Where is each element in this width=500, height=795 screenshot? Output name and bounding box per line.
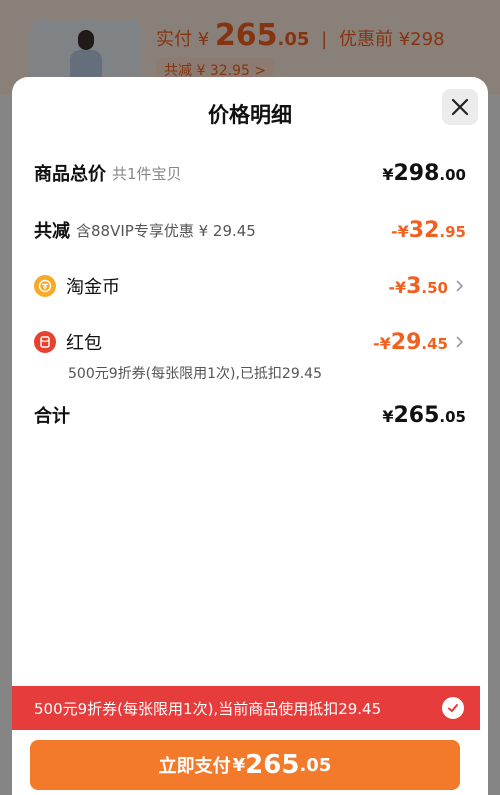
- row-redpacket[interactable]: 红包 -¥ 29.45: [34, 324, 466, 360]
- taojinbi-value: -¥ 3.50: [388, 274, 466, 299]
- sum-value: ¥265.05: [382, 403, 466, 428]
- goods-total-dec: .00: [439, 165, 466, 184]
- redpacket-currency: -¥: [373, 333, 391, 353]
- goods-total-int: 298: [393, 160, 440, 186]
- pay-dec: .05: [299, 754, 332, 776]
- row-goods-total: 商品总价 共1件宝贝 ¥298.00: [34, 155, 466, 191]
- coupon-banner[interactable]: 500元9折券(每张限用1次),当前商品使用抵扣29.45: [12, 686, 480, 730]
- pay-button-label: 立即支付: [158, 756, 231, 777]
- chevron-right-icon: [454, 335, 466, 349]
- row-total-reduction: 共减 含88VIP专享优惠 ¥ 29.45 -¥ 32.95: [34, 212, 466, 248]
- redpacket-int: 29: [390, 329, 422, 355]
- coupon-banner-text: 500元9折券(每张限用1次),当前商品使用抵扣29.45: [34, 699, 382, 718]
- goods-total-label: 商品总价: [34, 164, 106, 185]
- redpacket-label: 红包: [66, 333, 102, 354]
- sum-label: 合计: [34, 406, 70, 427]
- chevron-right-icon: [454, 279, 466, 293]
- reduction-label: 共减: [34, 221, 70, 242]
- reduction-currency: -¥: [391, 221, 409, 241]
- redpacket-dec: .45: [421, 334, 448, 353]
- taojinbi-label: 淘金币: [66, 277, 120, 298]
- sum-dec: .05: [439, 407, 466, 426]
- reduction-value: -¥ 32.95: [391, 218, 466, 243]
- sum-int: 265: [393, 402, 440, 428]
- pay-int: 265: [245, 750, 300, 780]
- red-packet-icon: [34, 331, 56, 353]
- row-sum: 合计 ¥265.05: [34, 397, 466, 433]
- redpacket-note: 500元9折券(每张限用1次),已抵扣29.45: [68, 366, 322, 382]
- goods-total-value: ¥298.00: [382, 161, 466, 186]
- reduction-dec: .95: [439, 222, 466, 241]
- gold-coin-icon: [34, 275, 56, 297]
- close-button[interactable]: [442, 89, 478, 125]
- sheet-title: 价格明细: [208, 103, 292, 127]
- taojinbi-int: 3: [406, 273, 422, 299]
- goods-total-currency: ¥: [382, 164, 394, 184]
- pay-currency: ¥: [232, 754, 246, 776]
- taojinbi-dec: .50: [421, 278, 448, 297]
- close-icon: [451, 98, 469, 116]
- reduction-int: 32: [408, 217, 440, 243]
- sum-currency: ¥: [382, 406, 394, 426]
- taojinbi-currency: -¥: [388, 277, 407, 297]
- reduction-detail: 含88VIP专享优惠 ¥ 29.45: [76, 221, 256, 240]
- pay-now-button[interactable]: 立即支付 ¥265.05: [30, 740, 460, 790]
- redpacket-value: -¥ 29.45: [373, 330, 466, 355]
- goods-count: 共1件宝贝: [112, 164, 182, 183]
- row-taojinbi[interactable]: 淘金币 -¥ 3.50: [34, 268, 466, 304]
- check-icon[interactable]: [442, 697, 464, 719]
